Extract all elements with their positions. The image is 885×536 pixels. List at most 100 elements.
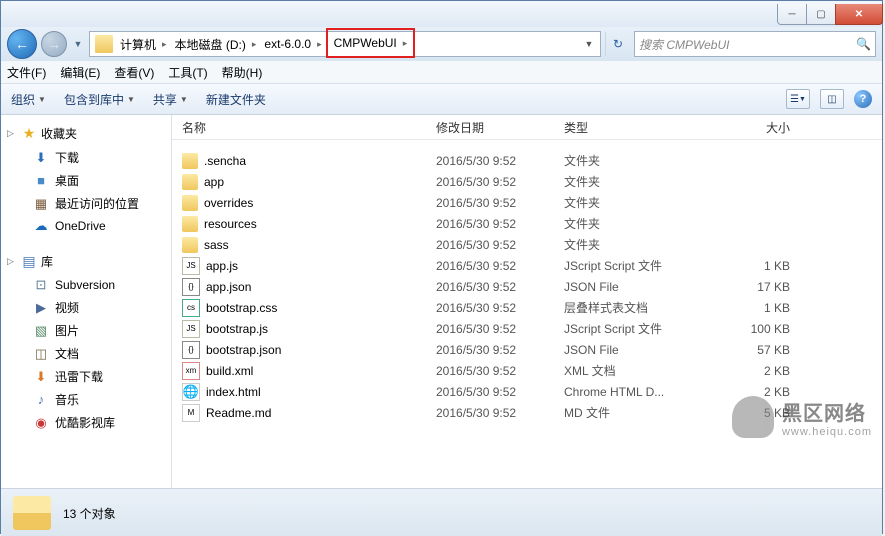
file-date: 2016/5/30 9:52	[436, 343, 564, 357]
file-row[interactable]: JSbootstrap.js2016/5/30 9:52JScript Scri…	[172, 318, 882, 339]
file-size: 1 KB	[710, 259, 810, 273]
preview-pane-button[interactable]: ◫	[820, 89, 844, 109]
file-type: 文件夹	[564, 215, 710, 232]
menu-view[interactable]: 查看(V)	[114, 64, 154, 81]
file-row[interactable]: JSapp.js2016/5/30 9:52JScript Script 文件1…	[172, 255, 882, 276]
back-button[interactable]: ←	[7, 29, 37, 59]
watermark-logo: 黑区网络 www.heiqu.com	[732, 396, 872, 438]
column-name[interactable]: 名称	[172, 119, 436, 136]
file-row[interactable]: {}app.json2016/5/30 9:52JSON File17 KB	[172, 276, 882, 297]
file-name: sass	[204, 238, 229, 252]
folder-icon	[182, 174, 198, 190]
file-date: 2016/5/30 9:52	[436, 238, 564, 252]
sidebar-library-item[interactable]: ♪音乐	[1, 388, 171, 411]
share-button[interactable]: 共享▼	[153, 91, 188, 108]
navigation-pane: ▷ ★ 收藏夹 ⬇下载■桌面▦最近访问的位置☁OneDrive ▷ ▤ 库 ⊡S…	[1, 115, 172, 488]
sidebar-favorite-item[interactable]: ■桌面	[1, 169, 171, 192]
file-name: bootstrap.js	[206, 322, 268, 336]
library-icon: ▤	[21, 254, 37, 270]
breadcrumb-segment[interactable]: ext-6.0.0▸	[260, 32, 325, 56]
sidebar-library-item[interactable]: ▧图片	[1, 319, 171, 342]
column-headers: 名称 修改日期 类型 大小	[172, 115, 882, 140]
column-size[interactable]: 大小	[710, 119, 810, 136]
file-name: overrides	[204, 196, 253, 210]
address-dropdown[interactable]: ▼	[580, 39, 598, 49]
sidebar-library-item[interactable]: ◉优酷影视库	[1, 411, 171, 434]
column-date[interactable]: 修改日期	[436, 119, 564, 136]
column-type[interactable]: 类型	[564, 119, 710, 136]
favorites-header[interactable]: ▷ ★ 收藏夹	[1, 121, 171, 146]
file-name: build.xml	[206, 364, 253, 378]
breadcrumb-segment[interactable]: 计算机▸	[116, 32, 171, 56]
sidebar-favorite-item[interactable]: ▦最近访问的位置	[1, 192, 171, 215]
nav-item-icon: ▧	[33, 323, 49, 339]
file-size: 100 KB	[710, 322, 810, 336]
nav-item-icon: ⬇	[33, 150, 49, 166]
sidebar-library-item[interactable]: ⬇迅雷下载	[1, 365, 171, 388]
file-pane: 名称 修改日期 类型 大小 .sencha2016/5/30 9:52文件夹ap…	[172, 115, 882, 488]
search-placeholder: 搜索 CMPWebUI	[639, 36, 729, 53]
sidebar-library-item[interactable]: ⊡Subversion	[1, 274, 171, 296]
folder-icon	[182, 237, 198, 253]
folder-icon	[182, 216, 198, 232]
libraries-header[interactable]: ▷ ▤ 库	[1, 249, 171, 274]
sidebar-library-item[interactable]: ▶视频	[1, 296, 171, 319]
item-count: 13 个对象	[63, 505, 116, 522]
organize-button[interactable]: 组织▼	[11, 91, 46, 108]
file-type: Chrome HTML D...	[564, 385, 710, 399]
file-row[interactable]: app2016/5/30 9:52文件夹	[172, 171, 882, 192]
search-icon: 🔍	[856, 37, 871, 51]
menubar: 文件(F) 编辑(E) 查看(V) 工具(T) 帮助(H)	[1, 61, 882, 84]
js-icon: JS	[182, 257, 200, 275]
nav-item-icon: ▦	[33, 196, 49, 212]
history-dropdown[interactable]: ▼	[71, 30, 85, 58]
file-date: 2016/5/30 9:52	[436, 217, 564, 231]
forward-button[interactable]: →	[41, 31, 67, 57]
menu-edit[interactable]: 编辑(E)	[60, 64, 100, 81]
file-date: 2016/5/30 9:52	[436, 259, 564, 273]
file-name: bootstrap.json	[206, 343, 281, 357]
sidebar-favorite-item[interactable]: ⬇下载	[1, 146, 171, 169]
explorer-window: ─ ▢ ✕ ← → ▼ 计算机▸本地磁盘 (D:)▸ext-6.0.0▸CMPW…	[0, 0, 883, 534]
address-bar[interactable]: 计算机▸本地磁盘 (D:)▸ext-6.0.0▸CMPWebUI▸ ▼	[89, 31, 601, 57]
menu-tools[interactable]: 工具(T)	[168, 64, 207, 81]
breadcrumb-segment[interactable]: 本地磁盘 (D:)▸	[171, 32, 261, 56]
refresh-button[interactable]: ↻	[605, 32, 630, 56]
file-row[interactable]: xmbuild.xml2016/5/30 9:52XML 文档2 KB	[172, 360, 882, 381]
file-row[interactable]: {}bootstrap.json2016/5/30 9:52JSON File5…	[172, 339, 882, 360]
minimize-button[interactable]: ─	[777, 4, 807, 25]
folder-icon	[182, 153, 198, 169]
menu-help[interactable]: 帮助(H)	[222, 64, 263, 81]
chevron-right-icon: ▸	[403, 38, 408, 49]
file-row[interactable]: csbootstrap.css2016/5/30 9:52层叠样式表文档1 KB	[172, 297, 882, 318]
file-name: bootstrap.css	[206, 301, 277, 315]
chevron-right-icon: ▸	[252, 39, 257, 50]
file-type: XML 文档	[564, 362, 710, 379]
new-folder-button[interactable]: 新建文件夹	[206, 91, 266, 108]
close-button[interactable]: ✕	[835, 4, 883, 25]
help-icon[interactable]: ?	[854, 90, 872, 108]
file-type: 文件夹	[564, 173, 710, 190]
file-date: 2016/5/30 9:52	[436, 364, 564, 378]
file-row[interactable]: sass2016/5/30 9:52文件夹	[172, 234, 882, 255]
view-mode-button[interactable]: ☰ ▼	[786, 89, 810, 109]
menu-file[interactable]: 文件(F)	[7, 64, 46, 81]
maximize-button[interactable]: ▢	[806, 4, 836, 25]
file-row[interactable]: resources2016/5/30 9:52文件夹	[172, 213, 882, 234]
search-input[interactable]: 搜索 CMPWebUI 🔍	[634, 31, 876, 57]
sidebar-library-item[interactable]: ◫文档	[1, 342, 171, 365]
file-type: JScript Script 文件	[564, 320, 710, 337]
file-row[interactable]: overrides2016/5/30 9:52文件夹	[172, 192, 882, 213]
html-icon: 🌐	[182, 383, 200, 401]
file-name: app.js	[206, 259, 238, 273]
file-type: 文件夹	[564, 194, 710, 211]
nav-item-icon: ☁	[33, 218, 49, 234]
chevron-down-icon: ▼	[127, 95, 135, 104]
folder-icon	[182, 195, 198, 211]
breadcrumb-segment[interactable]: CMPWebUI▸	[326, 28, 416, 58]
sidebar-favorite-item[interactable]: ☁OneDrive	[1, 215, 171, 237]
file-size: 2 KB	[710, 364, 810, 378]
navbar: ← → ▼ 计算机▸本地磁盘 (D:)▸ext-6.0.0▸CMPWebUI▸ …	[1, 27, 882, 61]
file-row[interactable]: .sencha2016/5/30 9:52文件夹	[172, 150, 882, 171]
include-library-button[interactable]: 包含到库中▼	[64, 91, 135, 108]
